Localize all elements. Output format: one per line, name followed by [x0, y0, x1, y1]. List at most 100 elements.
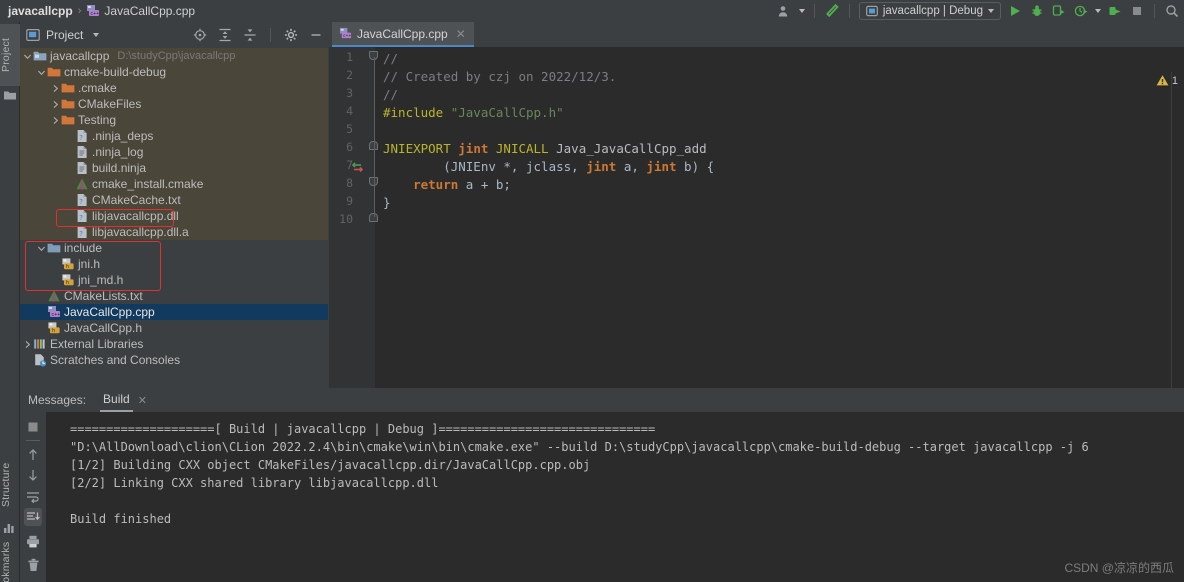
code-line[interactable]: JNIEXPORT jint JNICALL Java_JavaCallCpp_…	[383, 140, 707, 158]
project-panel-header: Project	[20, 22, 328, 48]
tree-row-libjavacallcpp-dll[interactable]: ? libjavacallcpp.dll	[20, 208, 328, 224]
arrow-up-icon[interactable]	[24, 446, 42, 464]
project-panel-toolbar	[192, 27, 324, 43]
tree-row--cmake[interactable]: .cmake	[20, 80, 328, 96]
vcs-changed-lines-icon[interactable]	[351, 161, 364, 176]
tree-row-label: include	[64, 241, 103, 255]
expand-all-icon[interactable]	[217, 27, 233, 43]
run-configuration-selector[interactable]: javacallcpp | Debug	[858, 2, 1001, 20]
tree-row-build-ninja[interactable]: build.ninja	[20, 160, 328, 176]
header-file-icon: h	[47, 320, 61, 336]
stop-square-icon[interactable]	[1129, 3, 1145, 19]
trash-icon[interactable]	[24, 556, 42, 574]
debug-bug-icon[interactable]	[1029, 3, 1045, 19]
user-settings-caret-icon[interactable]	[798, 9, 805, 13]
sidebar-item-project[interactable]: Project	[0, 24, 20, 86]
profiler-caret-icon[interactable]	[1095, 9, 1101, 13]
tree-row-location: D:\studyCpp\javacallcpp	[117, 50, 236, 62]
sidebar-item-bookmarks[interactable]: Bookmarks	[0, 534, 20, 582]
chevron-down-icon[interactable]	[22, 48, 33, 64]
breadcrumb-file[interactable]: JavaCallCpp.cpp	[104, 4, 195, 18]
locate-target-icon[interactable]	[192, 27, 208, 43]
build-hammer-icon[interactable]	[824, 3, 840, 19]
code-lines[interactable]: //// Created by czj on 2022/12/3.//#incl…	[375, 47, 1184, 388]
scroll-to-end-icon[interactable]	[24, 508, 42, 526]
libraries-icon	[33, 336, 47, 352]
breadcrumb-separator: ›	[77, 5, 82, 17]
chevron-right-icon[interactable]	[50, 96, 61, 112]
code-line[interactable]: return a + b;	[383, 176, 511, 194]
coverage-icon[interactable]	[1051, 3, 1067, 19]
chevron-down-icon[interactable]	[93, 33, 100, 37]
line-number: 10	[339, 212, 353, 226]
close-icon[interactable]: ✕	[138, 394, 147, 407]
cpp-file-icon: c++	[339, 27, 352, 40]
project-window-icon	[3, 88, 17, 105]
code-line[interactable]: (JNIEnv *, jclass, jint a, jint b) {	[383, 158, 714, 176]
warning-count: 1	[1171, 74, 1178, 87]
tree-row-javacallcpp[interactable]: javacallcpp D:\studyCpp\javacallcpp	[20, 48, 328, 64]
user-settings-icon[interactable]	[777, 3, 793, 19]
printer-icon[interactable]	[24, 532, 42, 550]
folder-orange-icon	[61, 80, 75, 96]
tree-row--ninja-log[interactable]: .ninja_log	[20, 144, 328, 160]
stop-square-icon[interactable]	[24, 418, 42, 436]
code-line[interactable]: //	[383, 86, 398, 104]
attach-process-icon[interactable]	[1107, 3, 1123, 19]
unknown-file-icon: ?	[75, 224, 89, 240]
run-configuration-label: javacallcpp | Debug	[882, 5, 983, 17]
chevron-down-icon[interactable]	[36, 240, 47, 256]
code-line[interactable]: #include "JavaCallCpp.h"	[383, 104, 564, 122]
tab-javacallcpp-cpp[interactable]: c++ JavaCallCpp.cpp ✕	[332, 22, 474, 47]
tree-row-cmake-build-debug[interactable]: cmake-build-debug	[20, 64, 328, 80]
tree-row-cmake-install-cmake[interactable]: cmake_install.cmake	[20, 176, 328, 192]
tree-row-testing[interactable]: Testing	[20, 112, 328, 128]
tree-row-jni-h[interactable]: h jni.h	[20, 256, 328, 272]
tree-row--ninja-deps[interactable]: ? .ninja_deps	[20, 128, 328, 144]
chevron-right-icon[interactable]	[22, 336, 33, 352]
code-line[interactable]: //	[383, 50, 398, 68]
arrow-down-icon[interactable]	[24, 466, 42, 484]
tree-row-label: CMakeCache.txt	[92, 193, 181, 207]
run-button[interactable]	[1007, 3, 1023, 19]
status-badge[interactable]: 1	[1156, 74, 1178, 87]
code-line[interactable]: // Created by czj on 2022/12/3.	[383, 68, 616, 86]
tree-row-include[interactable]: include	[20, 240, 328, 256]
build-output-console[interactable]: ====================[ Build | javacallcp…	[46, 412, 1184, 582]
collapse-all-icon[interactable]	[242, 27, 258, 43]
tree-row-external-libraries[interactable]: External Libraries	[20, 336, 328, 352]
cmake-file-icon	[47, 288, 61, 304]
svg-text:h: h	[66, 280, 69, 286]
editor-tab-label: JavaCallCpp.cpp	[357, 26, 448, 41]
project-tree[interactable]: javacallcpp D:\studyCpp\javacallcpp cmake-…	[20, 48, 328, 388]
svg-text:c++: c++	[51, 312, 60, 318]
tree-row-javacallcpp-h[interactable]: h JavaCallCpp.h	[20, 320, 328, 336]
chevron-down-icon[interactable]	[36, 64, 47, 80]
tree-row-jni-md-h[interactable]: h jni_md.h	[20, 272, 328, 288]
breadcrumb-project[interactable]: javacallcpp	[8, 4, 73, 18]
sidebar-item-structure[interactable]: Structure	[0, 450, 20, 520]
gear-icon[interactable]	[283, 27, 299, 43]
tree-row-scratches-and-consoles[interactable]: Scratches and Consoles	[20, 352, 328, 368]
chevron-right-icon[interactable]	[50, 80, 61, 96]
tree-row-cmakelists-txt[interactable]: CMakeLists.txt	[20, 288, 328, 304]
code-editor[interactable]: 1 2 3 4 5 6 7 8 9 10 //// Created by czj on 2022/…	[329, 47, 1184, 413]
chevron-right-icon[interactable]	[50, 112, 61, 128]
minimize-icon[interactable]	[308, 27, 324, 43]
tab-build[interactable]: Build ✕	[100, 389, 147, 412]
soft-wrap-icon[interactable]	[24, 488, 42, 506]
close-icon[interactable]: ✕	[456, 27, 466, 41]
code-line[interactable]: }	[383, 194, 391, 212]
text-file-icon	[75, 160, 89, 176]
search-icon[interactable]	[1164, 3, 1180, 19]
tree-row-cmakecache-txt[interactable]: ? CMakeCache.txt	[20, 192, 328, 208]
tree-row-javacallcpp-cpp[interactable]: c++ JavaCallCpp.cpp	[20, 304, 328, 320]
tree-row-cmakefiles[interactable]: CMakeFiles	[20, 96, 328, 112]
text-file-icon	[75, 144, 89, 160]
toolbar-divider-1	[813, 4, 815, 18]
profiler-icon[interactable]	[1073, 3, 1089, 19]
inspection-gutter[interactable]	[1171, 72, 1184, 413]
tree-row-libjavacallcpp-dll-a[interactable]: ? libjavacallcpp.dll.a	[20, 224, 328, 240]
